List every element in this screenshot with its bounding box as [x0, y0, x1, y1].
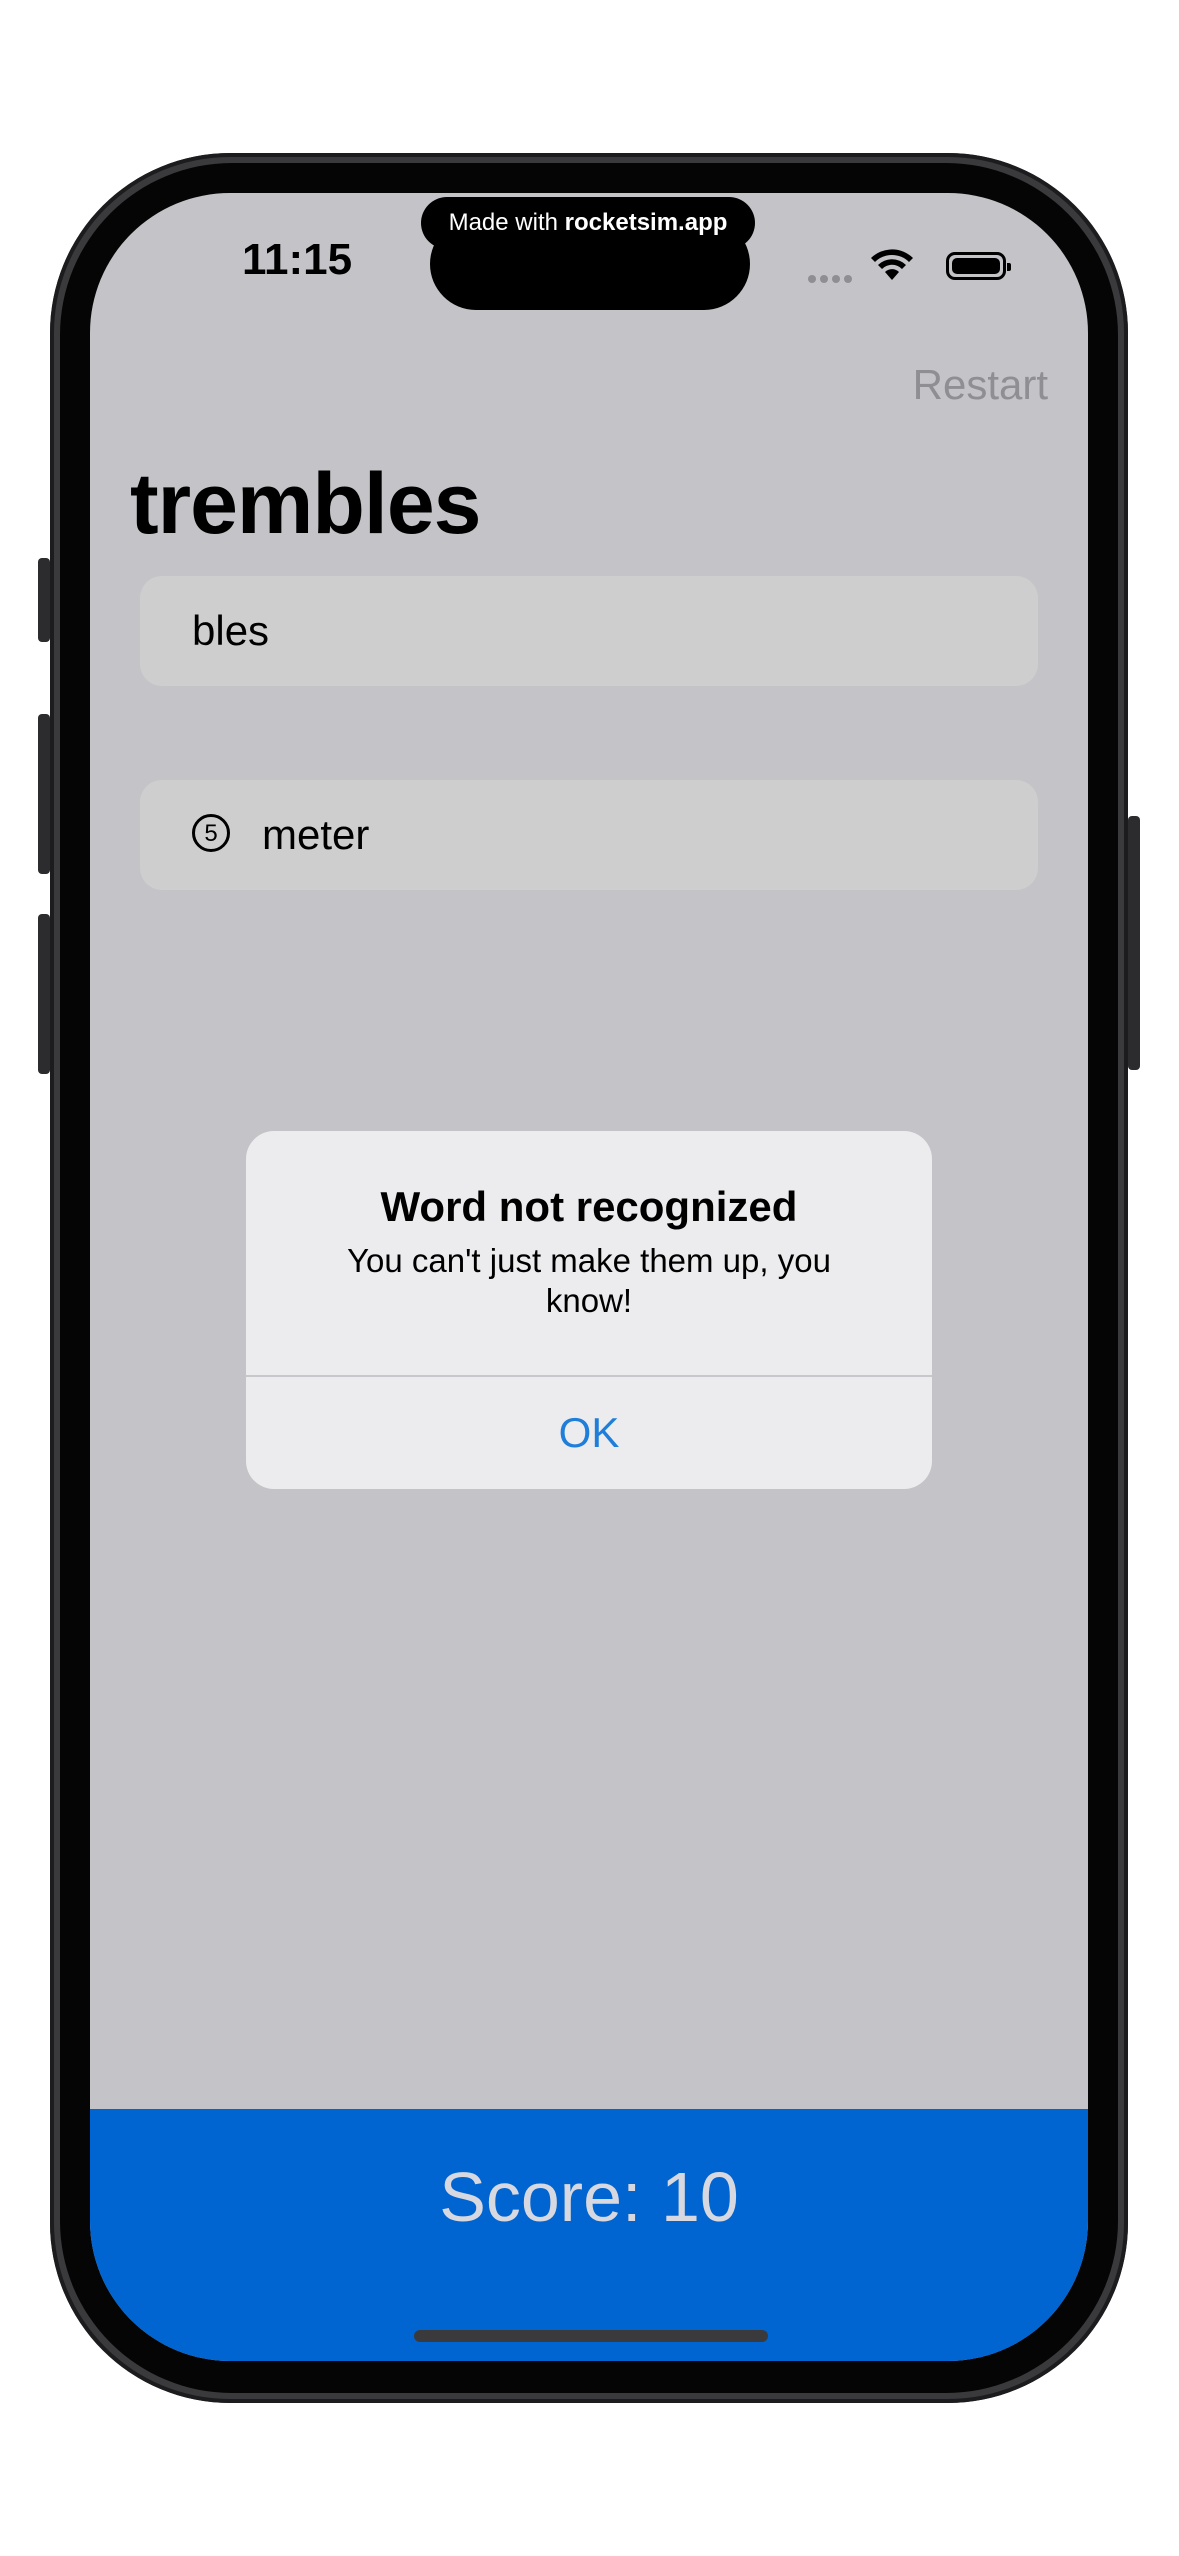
letter-count-icon: 5: [192, 814, 230, 852]
battery-icon: [946, 252, 1011, 280]
power-button: [1128, 816, 1140, 1070]
banner-prefix: Made with: [448, 209, 565, 236]
alert-dialog: Word not recognized You can't just make …: [246, 1131, 932, 1489]
score-bar: Score: 10: [90, 2109, 1088, 2361]
banner-brand: rocketsim.app: [564, 209, 728, 236]
action-button: [38, 558, 50, 642]
root-word-title: trembles: [130, 456, 481, 552]
status-time: 11:15: [241, 235, 353, 284]
score-label: Score: 10: [439, 2158, 739, 2236]
wifi-icon: [871, 249, 913, 280]
volume-up-button: [38, 714, 50, 874]
restart-button[interactable]: Restart: [913, 361, 1048, 409]
alert-message: You can't just make them up, you know!: [347, 1242, 831, 1319]
app-screen: 11:15 Made with rocketsim.app Restart tr…: [90, 193, 1088, 2361]
used-word-row: 5 meter: [140, 780, 1038, 890]
home-indicator[interactable]: [414, 2330, 768, 2342]
cellular-signal-icon: [808, 270, 858, 283]
word-input-value: bles: [192, 607, 270, 654]
rocketsim-banner: Made with rocketsim.app: [421, 197, 755, 249]
alert-title: Word not recognized: [380, 1183, 798, 1230]
status-indicators: [766, 248, 1011, 288]
alert-ok-button[interactable]: OK: [246, 1377, 932, 1489]
used-word-text: meter: [262, 811, 370, 858]
word-input-field[interactable]: bles: [140, 576, 1038, 686]
volume-down-button: [38, 914, 50, 1074]
